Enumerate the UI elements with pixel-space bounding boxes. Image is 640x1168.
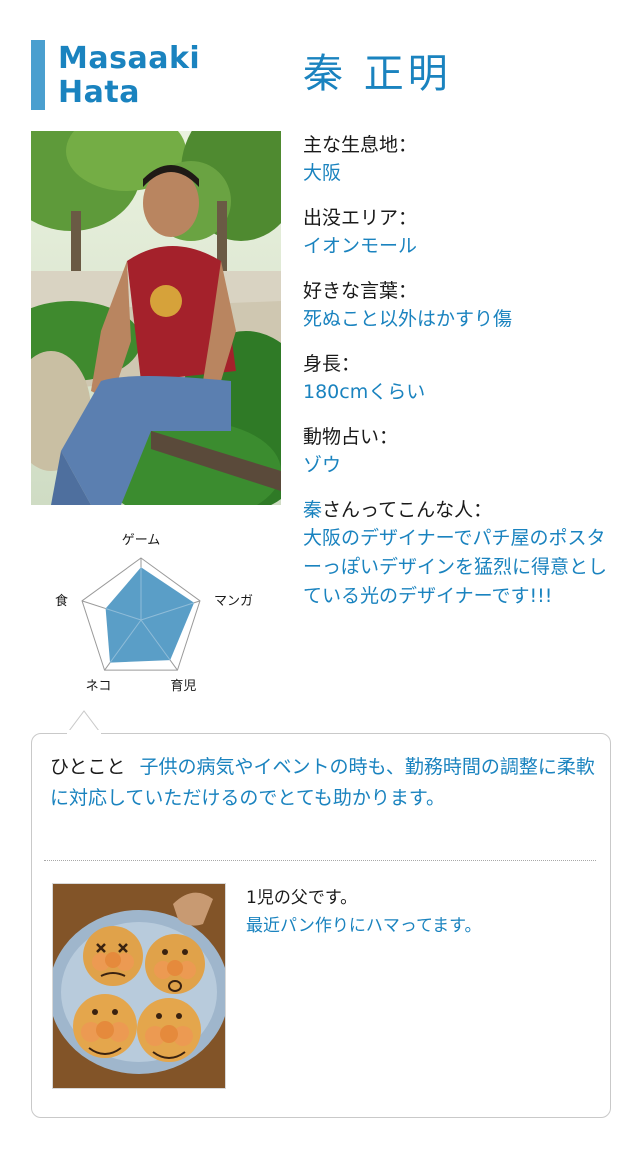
about-label-name: 秦 — [303, 499, 323, 521]
profile-row-area: 出没エリア： イオンモール — [303, 204, 618, 260]
family-text-line1: 1児の父です。 — [246, 888, 358, 908]
bread-face-1 — [83, 926, 143, 986]
radar-axis-label: 育児 — [170, 678, 196, 694]
family-text-line2: 最近パン作りにハマってます。 — [246, 916, 482, 936]
profile-list: 主な生息地： 大阪 出没エリア： イオンモール 好きな言葉： 死ぬこと以外はかす… — [303, 131, 618, 628]
bread-photo — [52, 883, 226, 1089]
profile-label: 身長： — [303, 353, 361, 375]
profile-label: 動物占い： — [303, 426, 399, 448]
bread-photo-image — [53, 884, 225, 1088]
radar-chart: ゲームマンガ育児 ネコ 食 — [40, 510, 280, 700]
speech-tail-cover — [67, 730, 101, 736]
profile-row-habitat: 主な生息地： 大阪 — [303, 131, 618, 187]
comment-text: 子供の病気やイベントの時も、勤務時間の調整に柔軟に対応していただけるのでとても助… — [50, 756, 595, 809]
profile-row-favorite-words: 好きな言葉： 死ぬこと以外はかすり傷 — [303, 277, 618, 333]
portrait-photo-image — [31, 131, 281, 505]
radar-axis-label: ゲーム — [122, 533, 161, 548]
bread-face-2 — [145, 934, 205, 994]
portrait-photo — [31, 131, 281, 505]
profile-value: 180cmくらい — [303, 381, 426, 403]
profile-label: 主な生息地： — [303, 134, 418, 156]
profile-value: 死ぬこと以外はかすり傷 — [303, 308, 513, 330]
bread-face-4 — [137, 998, 201, 1062]
profile-label: 出没エリア： — [303, 207, 418, 229]
name-english: Masaaki Hata — [58, 42, 200, 110]
profile-value: ゾウ — [303, 454, 342, 476]
radar-axis-label: 食 — [55, 593, 68, 609]
profile-row-about: 秦さんってこんな人： 大阪のデザイナーでパチ屋のポスターっぽいデザインを猛烈に得… — [303, 496, 618, 611]
profile-value: 大阪 — [303, 162, 342, 184]
name-japanese: 秦 正明 — [303, 51, 452, 97]
name-english-last: Hata — [58, 75, 140, 110]
radar-data-area — [105, 567, 195, 663]
profile-row-height: 身長： 180cmくらい — [303, 350, 618, 406]
about-label-rest: さんってこんな人： — [322, 499, 493, 521]
title-accent-bar — [31, 40, 45, 110]
radar-axis-label: ネコ — [86, 679, 112, 694]
comment-divider — [44, 860, 596, 861]
about-value: 大阪のデザイナーでパチ屋のポスターっぽいデザインを猛烈に得意としている光のデザイ… — [303, 527, 608, 607]
profile-label: 好きな言葉： — [303, 280, 418, 302]
radar-axis-label: マンガ — [214, 594, 253, 609]
bread-face-3 — [73, 994, 137, 1058]
about-label: 秦さんってこんな人： — [303, 496, 618, 524]
name-english-first: Masaaki — [58, 41, 201, 76]
profile-row-animal-fortune: 動物占い： ゾウ — [303, 423, 618, 479]
radar-chart-svg: ゲームマンガ育児 ネコ 食 — [55, 533, 253, 694]
comment-label: ひとこと — [50, 756, 126, 778]
profile-value: イオンモール — [303, 235, 418, 257]
comment-text-block: ひとこと 子供の病気やイベントの時も、勤務時間の調整に柔軟に対応していただけるので… — [50, 752, 595, 814]
